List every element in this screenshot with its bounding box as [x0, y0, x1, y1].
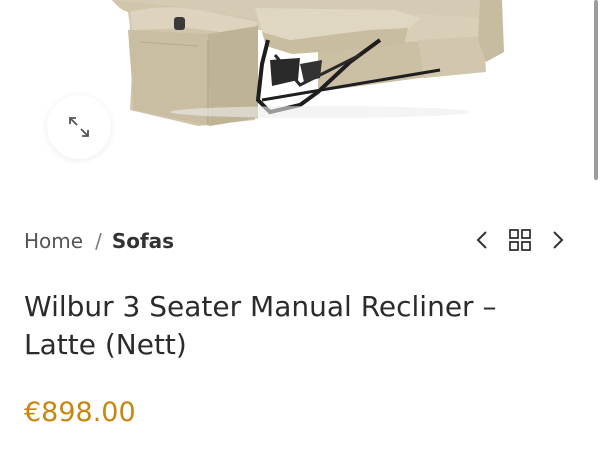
grid-icon — [509, 229, 531, 251]
expand-icon — [69, 117, 89, 137]
breadcrumb-home[interactable]: Home — [24, 229, 83, 253]
product-page: Home / Sofas Wilbur 3 Seater Manual Reclin… — [0, 0, 600, 450]
next-product-button[interactable] — [546, 228, 570, 252]
chevron-left-icon — [476, 231, 487, 249]
scrollbar[interactable] — [594, 0, 598, 180]
zoom-button[interactable] — [47, 95, 111, 159]
back-to-category-button[interactable] — [508, 228, 532, 252]
product-navigation — [470, 228, 570, 252]
previous-product-button[interactable] — [470, 228, 494, 252]
product-price: €898.00 — [24, 397, 136, 428]
breadcrumb: Home / Sofas — [24, 227, 174, 255]
breadcrumb-current[interactable]: Sofas — [112, 229, 174, 253]
breadcrumb-separator: / — [95, 229, 102, 253]
product-image[interactable] — [0, 0, 590, 190]
product-title: Wilbur 3 Seater Manual Recliner – Latte … — [24, 290, 497, 361]
chevron-right-icon — [553, 231, 564, 249]
